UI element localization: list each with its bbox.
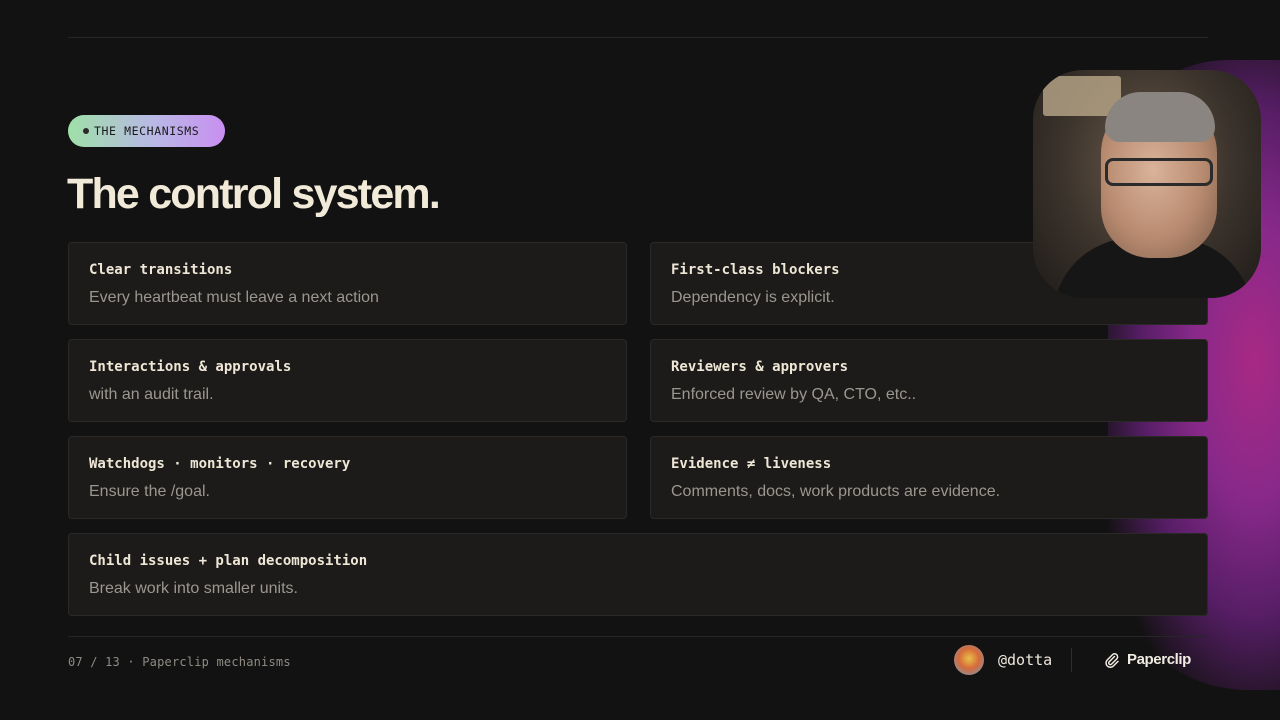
- card-watchdogs: Watchdogs · monitors · recovery Ensure t…: [68, 436, 627, 519]
- bottom-divider: [68, 636, 1208, 637]
- card-heading: Reviewers & approvers: [671, 359, 849, 375]
- card-interactions-approvals: Interactions & approvals with an audit t…: [68, 339, 627, 422]
- page-title: The control system.: [67, 170, 441, 218]
- card-heading: Interactions & approvals: [89, 359, 292, 375]
- paperclip-icon: [1105, 652, 1119, 668]
- brand-logo: Paperclip: [1104, 651, 1191, 668]
- presenter-video: [1033, 70, 1261, 298]
- card-heading: Evidence ≠ liveness: [671, 456, 832, 472]
- card-reviewers-approvers: Reviewers & approvers Enforced review by…: [650, 339, 1208, 422]
- video-person-glasses: [1105, 158, 1213, 186]
- slide-pagination: 07 / 13 · Paperclip mechanisms: [68, 655, 291, 669]
- card-description: Comments, docs, work products are eviden…: [671, 483, 1001, 500]
- author-handle: @dotta: [998, 651, 1053, 669]
- badge-dot-icon: [83, 128, 89, 134]
- badge-label: THE MECHANISMS: [94, 124, 200, 138]
- top-divider: [68, 37, 1208, 38]
- video-person-hair: [1105, 92, 1215, 142]
- card-heading: Clear transitions: [89, 262, 233, 278]
- footer-separator: [1071, 648, 1072, 672]
- card-description: Enforced review by QA, CTO, etc..: [671, 386, 917, 403]
- user-avatar: [954, 645, 984, 675]
- card-clear-transitions: Clear transitions Every heartbeat must l…: [68, 242, 627, 325]
- card-description: with an audit trail.: [89, 386, 214, 403]
- card-heading: Child issues + plan decomposition: [89, 553, 368, 569]
- section-badge: THE MECHANISMS: [68, 115, 225, 147]
- brand-name: Paperclip: [1127, 651, 1191, 668]
- card-child-issues: Child issues + plan decomposition Break …: [68, 533, 1208, 616]
- card-description: Break work into smaller units.: [89, 580, 298, 597]
- card-evidence-liveness: Evidence ≠ liveness Comments, docs, work…: [650, 436, 1208, 519]
- card-heading: Watchdogs · monitors · recovery: [89, 456, 351, 472]
- card-description: Ensure the /goal.: [89, 483, 210, 500]
- card-description: Every heartbeat must leave a next action: [89, 289, 379, 306]
